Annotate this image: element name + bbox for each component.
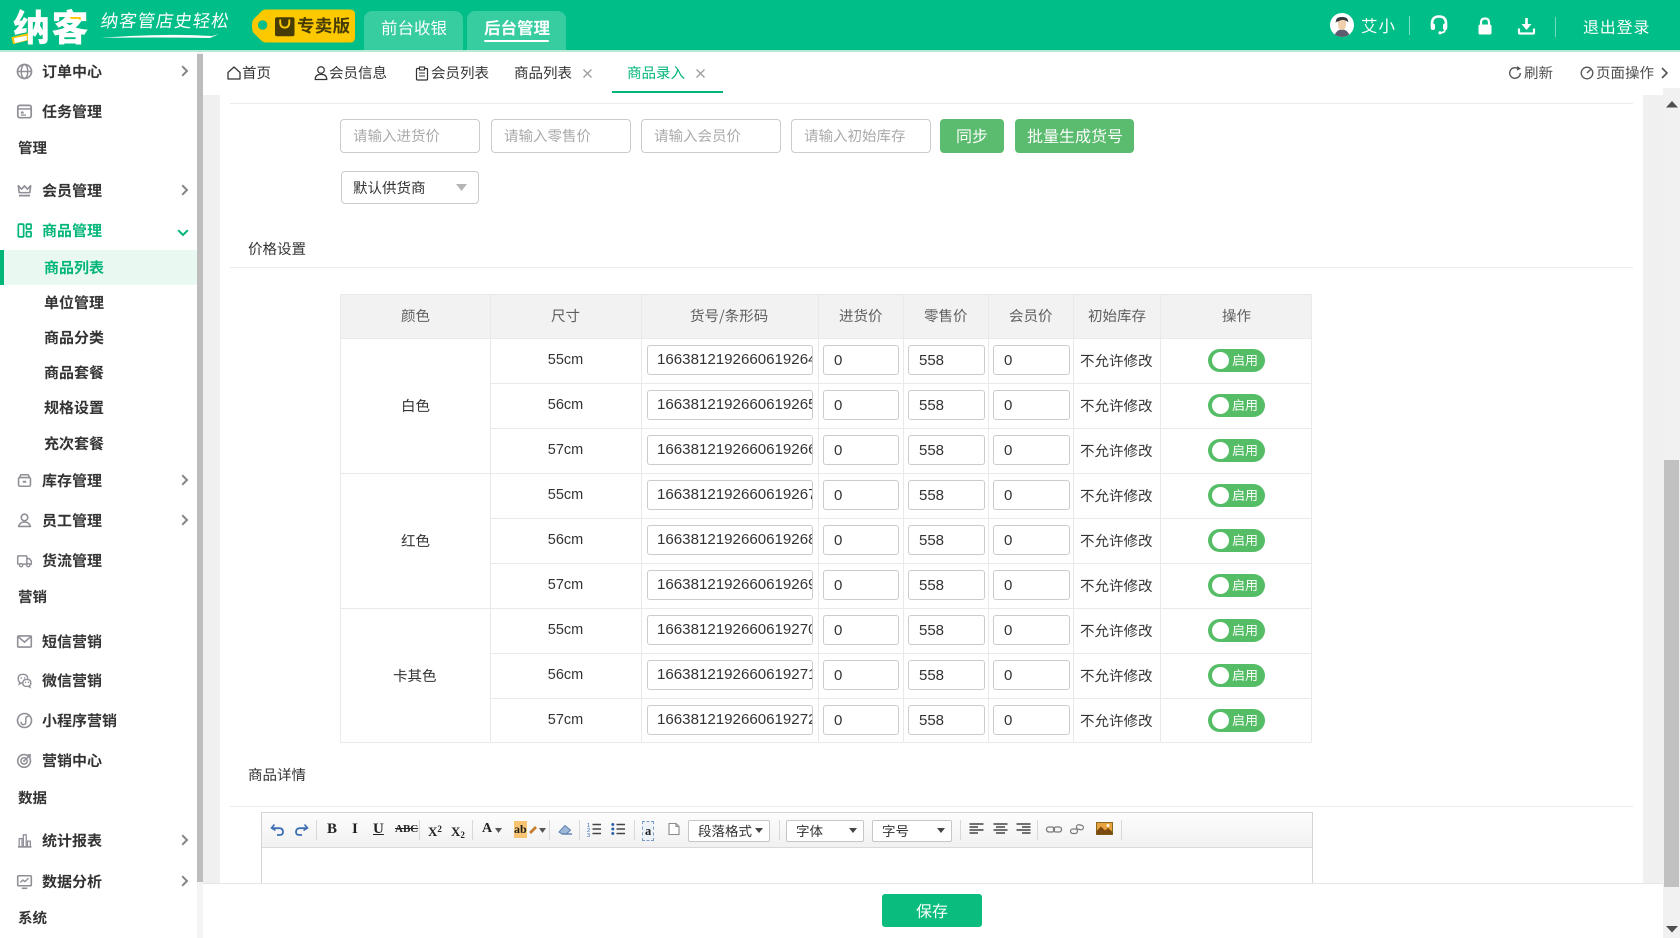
- svg-text:3: 3: [587, 833, 590, 839]
